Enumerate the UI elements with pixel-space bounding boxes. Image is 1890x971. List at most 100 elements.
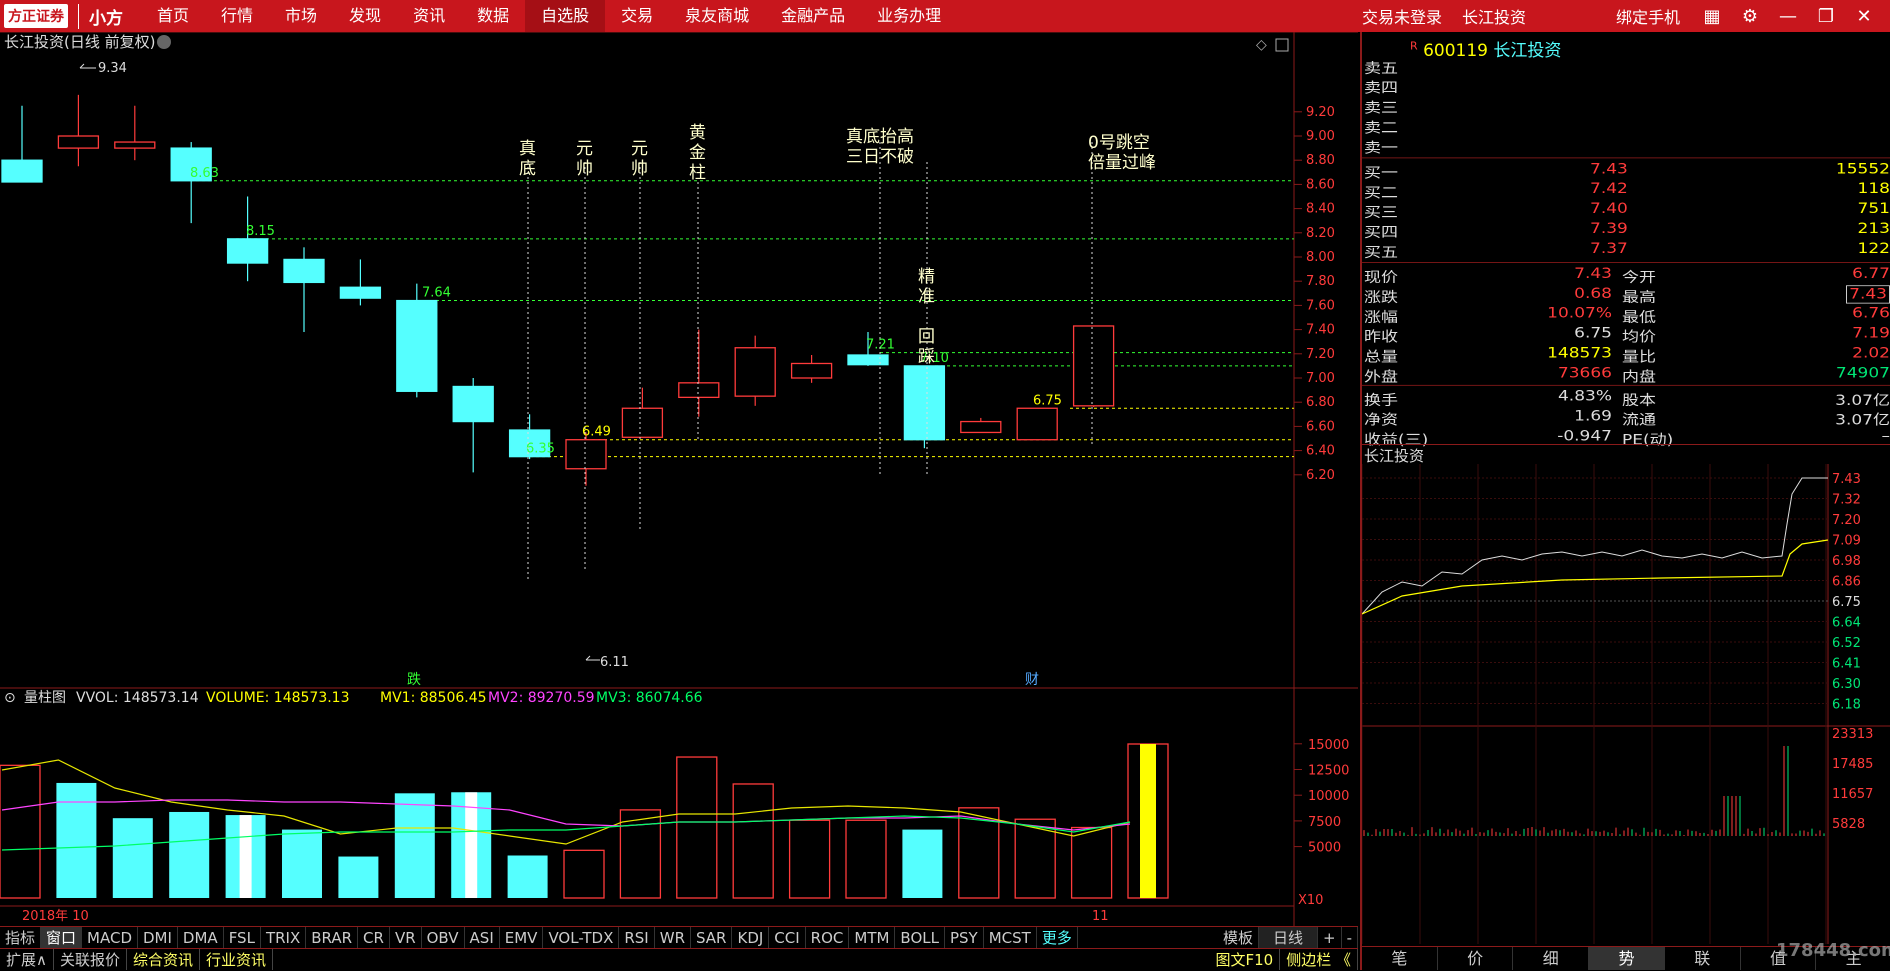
indicator-tab[interactable]: MTM	[849, 927, 895, 948]
intraday-axis-label: 7.20	[1832, 513, 1861, 528]
nav-item[interactable]: 行情	[205, 0, 269, 32]
sell-level-label: 卖一	[1364, 136, 1398, 157]
indicator-tab[interactable]: SAR	[691, 927, 732, 948]
candle-body	[848, 355, 888, 365]
restore-icon[interactable]: ❐	[1814, 4, 1838, 28]
indicator-tab[interactable]: RSI	[619, 927, 654, 948]
nav-item[interactable]: 自选股	[525, 0, 605, 32]
diamond-icon[interactable]: ◇	[1256, 37, 1267, 53]
intraday-vol-label: 23313	[1832, 727, 1873, 742]
main-nav: 首页行情市场发现资讯数据自选股交易泉友商城金融产品业务办理	[141, 0, 957, 32]
event-marker[interactable]: 财	[1025, 672, 1039, 688]
price-level-label: 6.35	[526, 442, 555, 457]
stat-label: 涨跌	[1364, 285, 1398, 306]
indicator-tab[interactable]: 窗口	[41, 927, 82, 948]
volume-chevron-icon[interactable]: ⊙	[4, 690, 16, 706]
volume-axis-label: 12500	[1308, 764, 1349, 779]
bottom-bar-item[interactable]: 综合资讯	[127, 949, 200, 970]
bottom-right-link[interactable]: 图文F10	[1210, 949, 1281, 970]
indicator-tab[interactable]: 更多	[1037, 927, 1078, 948]
indicator-tab[interactable]: CCI	[769, 927, 805, 948]
expand-icon[interactable]	[1276, 39, 1288, 51]
event-marker[interactable]: 跌	[407, 672, 421, 688]
sell-level-label: 卖五	[1364, 56, 1398, 77]
nav-item[interactable]: 首页	[141, 0, 205, 32]
indicator-tab[interactable]: WR	[655, 927, 691, 948]
indicator-tab[interactable]: ASI	[465, 927, 500, 948]
indicator-tab[interactable]: ROC	[806, 927, 850, 948]
grid-icon[interactable]: ▦	[1700, 4, 1724, 28]
timeframe-tab[interactable]: -	[1342, 927, 1358, 948]
quote-tab[interactable]: 笔	[1362, 947, 1438, 970]
login-status[interactable]: 交易未登录	[1362, 4, 1442, 28]
nav-item[interactable]: 泉友商城	[669, 0, 765, 32]
x10-label: X10	[1298, 893, 1323, 908]
indicator-tab[interactable]: VR	[390, 927, 422, 948]
quote-tab[interactable]: 联	[1665, 947, 1741, 970]
bottom-bar-item[interactable]: 行业资讯	[200, 949, 273, 970]
indicator-tab[interactable]: FSL	[224, 927, 261, 948]
stat-value: 73666	[1558, 365, 1612, 382]
bind-phone-link[interactable]: 绑定手机	[1616, 4, 1680, 28]
indicator-tab[interactable]: DMA	[178, 927, 224, 948]
price-axis-label: 8.80	[1306, 153, 1335, 168]
indicator-tab[interactable]: 指标	[0, 927, 41, 948]
indicator-tab[interactable]: BOLL	[895, 927, 945, 948]
buy-level-label: 买五	[1364, 240, 1398, 261]
indicator-tab[interactable]: CR	[358, 927, 390, 948]
buy-price: 7.40	[1590, 201, 1628, 218]
volume-axis-label: 10000	[1308, 789, 1349, 804]
indicator-tab[interactable]: TRIX	[261, 927, 306, 948]
timeframe-tab[interactable]: 模板	[1218, 927, 1259, 948]
nav-item[interactable]: 业务办理	[861, 0, 957, 32]
bottom-right-link[interactable]: 侧边栏 《	[1280, 949, 1358, 970]
stat-value: -0.947	[1557, 428, 1612, 445]
nav-item[interactable]: 资讯	[397, 0, 461, 32]
bottom-bar-item[interactable]: 扩展∧	[0, 949, 54, 970]
intraday-chart: 7.437.327.207.096.986.866.756.646.526.41…	[1362, 464, 1890, 944]
chart-header[interactable]: 长江投资(日线 前复权)	[4, 33, 155, 51]
gear-icon[interactable]: ⚙	[1738, 4, 1762, 28]
volume-bar	[169, 812, 209, 898]
chevron-down-icon[interactable]	[157, 35, 171, 49]
price-level-label: 6.75	[1033, 393, 1062, 408]
nav-item[interactable]: 发现	[333, 0, 397, 32]
price-axis-label: 6.20	[1306, 468, 1335, 483]
nav-item[interactable]: 交易	[605, 0, 669, 32]
indicator-tab[interactable]: DMI	[138, 927, 178, 948]
quote-tab[interactable]: 势	[1589, 947, 1665, 970]
candle-body	[904, 366, 944, 440]
buy-level-label: 买四	[1364, 221, 1398, 242]
indicator-tab[interactable]: OBV	[422, 927, 465, 948]
indicator-tab[interactable]: KDJ	[732, 927, 769, 948]
indicator-tab[interactable]: EMV	[500, 927, 544, 948]
close-icon[interactable]: ✕	[1852, 4, 1876, 28]
quote-tab[interactable]: 细	[1513, 947, 1589, 970]
bottom-right-tabs: 模板日线+-	[1218, 927, 1358, 948]
bottom-bar-item[interactable]: 关联报价	[54, 949, 127, 970]
nav-item[interactable]: 金融产品	[765, 0, 861, 32]
intraday-axis-label: 7.32	[1832, 493, 1861, 508]
timeframe-tab[interactable]: +	[1318, 927, 1342, 948]
minimize-icon[interactable]: —	[1776, 4, 1800, 28]
stat-value: 3.07亿	[1835, 408, 1890, 429]
indicator-tab[interactable]: PSY	[945, 927, 984, 948]
stat-value: 3.07亿	[1835, 388, 1890, 409]
stock-name-top[interactable]: 长江投资	[1462, 4, 1526, 28]
indicator-tab[interactable]: MACD	[82, 927, 138, 948]
buy-price: 7.37	[1590, 240, 1628, 257]
volume-bar	[56, 783, 96, 898]
indicator-tab[interactable]: BRAR	[306, 927, 358, 948]
indicator-tab[interactable]: MCST	[984, 927, 1037, 948]
nav-item[interactable]: 数据	[461, 0, 525, 32]
logo: 方正证券 小方	[0, 0, 123, 32]
sell-level-label: 卖三	[1364, 96, 1398, 117]
candle-body	[340, 287, 380, 298]
quote-tab[interactable]: 价	[1438, 947, 1514, 970]
candle-body	[228, 239, 268, 263]
nav-item[interactable]: 市场	[269, 0, 333, 32]
brand-logo: 方正证券	[4, 4, 68, 28]
timeframe-tab[interactable]: 日线	[1259, 927, 1318, 948]
indicator-tab[interactable]: VOL-TDX	[543, 927, 619, 948]
sell-level-label: 卖二	[1364, 116, 1398, 137]
